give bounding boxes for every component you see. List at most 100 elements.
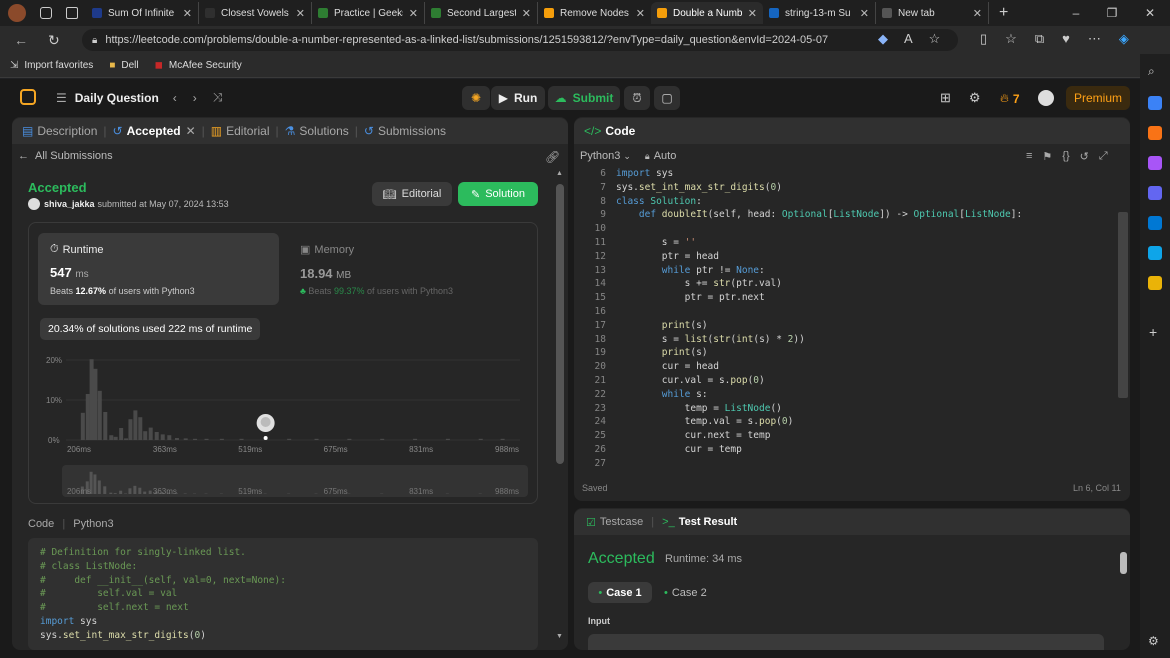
solution-button[interactable]: ✎ Solution: [458, 182, 538, 206]
code-line[interactable]: 7 sys.set_int_max_str_digits(0): [582, 181, 1112, 195]
code-line[interactable]: 22 while s:: [582, 388, 1112, 402]
case-2-tab[interactable]: • Case 2: [664, 582, 707, 603]
left-scrollbar[interactable]: [556, 184, 564, 464]
tab-close-icon[interactable]: ✕: [296, 7, 305, 20]
submit-button[interactable]: ☁ Submit: [548, 86, 620, 110]
browser-tab[interactable]: New tab ✕: [876, 2, 989, 24]
maximize-button[interactable]: ❐: [1094, 6, 1130, 20]
chart-bar[interactable]: [80, 412, 85, 440]
refresh-icon[interactable]: ↻: [48, 32, 60, 49]
sidebar-app-icon-1[interactable]: [1148, 96, 1162, 110]
code-line[interactable]: 17 print(s): [582, 319, 1112, 333]
browser-tab[interactable]: Practice | Geeks ✕: [312, 2, 425, 24]
chart-bar[interactable]: [174, 438, 179, 440]
prev-icon[interactable]: ‹: [173, 91, 177, 105]
chart-bar[interactable]: [143, 431, 148, 440]
new-tab-button[interactable]: +: [999, 4, 1008, 22]
case-1-tab[interactable]: • Case 1: [588, 582, 652, 603]
daily-question-label[interactable]: Daily Question: [75, 91, 159, 105]
chart-bar[interactable]: [113, 436, 118, 440]
tab-close-icon[interactable]: ✕: [522, 7, 531, 20]
chart-bar[interactable]: [124, 438, 129, 440]
minimize-button[interactable]: –: [1058, 6, 1094, 20]
code-line[interactable]: 8 class Solution:: [582, 195, 1112, 209]
chart-bar[interactable]: [347, 438, 352, 440]
more-menu-icon[interactable]: ⋯: [1088, 31, 1101, 47]
bookmark-dell[interactable]: Dell: [121, 60, 138, 71]
copilot-icon[interactable]: ◈: [1119, 31, 1129, 47]
address-bar[interactable]: 🔒︎ https://leetcode.com/problems/double-…: [82, 29, 958, 51]
scroll-down-icon[interactable]: ▼: [556, 633, 563, 640]
tab-submissions[interactable]: Submissions: [378, 124, 446, 138]
sidebar-app-icon-2[interactable]: [1148, 126, 1162, 140]
chart-bar[interactable]: [160, 434, 165, 440]
code-line[interactable]: 6 import sys: [582, 167, 1112, 181]
chart-bar[interactable]: [85, 394, 90, 440]
browser-tab[interactable]: Sum Of Infinite ✕: [86, 2, 199, 24]
sidebar-app-icon-4[interactable]: [1148, 186, 1162, 200]
chart-bar[interactable]: [478, 438, 483, 440]
chart-bar[interactable]: [89, 359, 94, 440]
chart-bar[interactable]: [154, 432, 159, 440]
tab-close-icon[interactable]: ✕: [973, 7, 982, 20]
chart-bar[interactable]: [500, 438, 505, 440]
fullscreen-icon[interactable]: ⤢: [1099, 150, 1108, 163]
tab-testcase[interactable]: Testcase: [600, 516, 643, 528]
code-line[interactable]: 18 s = list(str(int(s) * 2)): [582, 333, 1112, 347]
username[interactable]: shiva_jakka: [44, 199, 95, 209]
read-aloud-icon[interactable]: A: [904, 31, 913, 47]
tab-accepted[interactable]: Accepted: [127, 124, 181, 138]
next-icon[interactable]: ›: [193, 91, 197, 105]
sidebar-games-icon[interactable]: [1148, 276, 1162, 290]
tab-close-icon[interactable]: ✕: [748, 7, 757, 20]
chart-bar[interactable]: [103, 412, 108, 440]
share-link-icon[interactable]: 🔗︎: [545, 150, 560, 164]
chart-bar[interactable]: [183, 438, 188, 440]
timer-button[interactable]: ⏰︎: [624, 86, 650, 110]
performance-icon[interactable]: ♥: [1062, 31, 1070, 47]
browser-tab[interactable]: Closest Vowels ✕: [199, 2, 312, 24]
tab-actions-icon[interactable]: [66, 7, 78, 19]
chevron-down-icon[interactable]: ⌄: [623, 151, 631, 162]
chart-bar[interactable]: [380, 438, 385, 440]
split-screen-icon[interactable]: ▯: [980, 31, 987, 47]
code-line[interactable]: 26 cur = temp: [582, 443, 1112, 457]
sidebar-settings-icon[interactable]: ⚙: [1148, 634, 1159, 648]
chart-bar[interactable]: [204, 438, 209, 440]
auto-mode[interactable]: Auto: [654, 150, 677, 162]
tab-editorial[interactable]: Editorial: [226, 124, 269, 138]
code-line[interactable]: 16: [582, 305, 1112, 319]
chart-bar[interactable]: [167, 435, 172, 440]
scroll-up-icon[interactable]: ▲: [556, 170, 563, 177]
list-icon[interactable]: ☰: [56, 91, 67, 105]
chart-bar[interactable]: [93, 368, 98, 440]
code-line[interactable]: 12 ptr = head: [582, 250, 1112, 264]
chart-bar[interactable]: [413, 438, 418, 440]
code-line[interactable]: 20 cur = head: [582, 360, 1112, 374]
streak-counter[interactable]: 🔥︎ 7: [1000, 91, 1020, 106]
format-icon[interactable]: ≡: [1026, 150, 1032, 163]
browser-tab[interactable]: Remove Nodes ✕: [538, 2, 651, 24]
chart-bar[interactable]: [119, 428, 124, 440]
settings-icon[interactable]: ⚙: [969, 90, 981, 106]
memory-header[interactable]: ▣ Memory: [300, 243, 354, 257]
tab-close-icon[interactable]: ✕: [860, 7, 869, 20]
browser-tab[interactable]: string-13-m Su ✕: [763, 2, 876, 24]
code-line[interactable]: 11 s = '': [582, 236, 1112, 250]
layout-icon[interactable]: ⊞: [940, 90, 951, 106]
chart-bar[interactable]: [287, 438, 292, 440]
bookmark-import[interactable]: Import favorites: [24, 60, 93, 71]
debug-button[interactable]: ✺: [462, 86, 490, 110]
chart-bar[interactable]: [148, 427, 153, 440]
chart-bar[interactable]: [239, 438, 244, 440]
chart-bar[interactable]: [193, 438, 198, 440]
user-avatar-small[interactable]: [28, 198, 40, 210]
favorites-icon[interactable]: ☆: [1005, 31, 1017, 47]
leetcode-logo-icon[interactable]: [20, 89, 36, 105]
browser-tab[interactable]: Double a Numb ✕: [651, 2, 763, 24]
code-line[interactable]: 13 while ptr != None:: [582, 264, 1112, 278]
chart-bar[interactable]: [128, 419, 133, 440]
chart-bar[interactable]: [445, 438, 450, 440]
sidebar-app-icon-3[interactable]: [1148, 156, 1162, 170]
tab-test-result[interactable]: Test Result: [679, 516, 737, 528]
